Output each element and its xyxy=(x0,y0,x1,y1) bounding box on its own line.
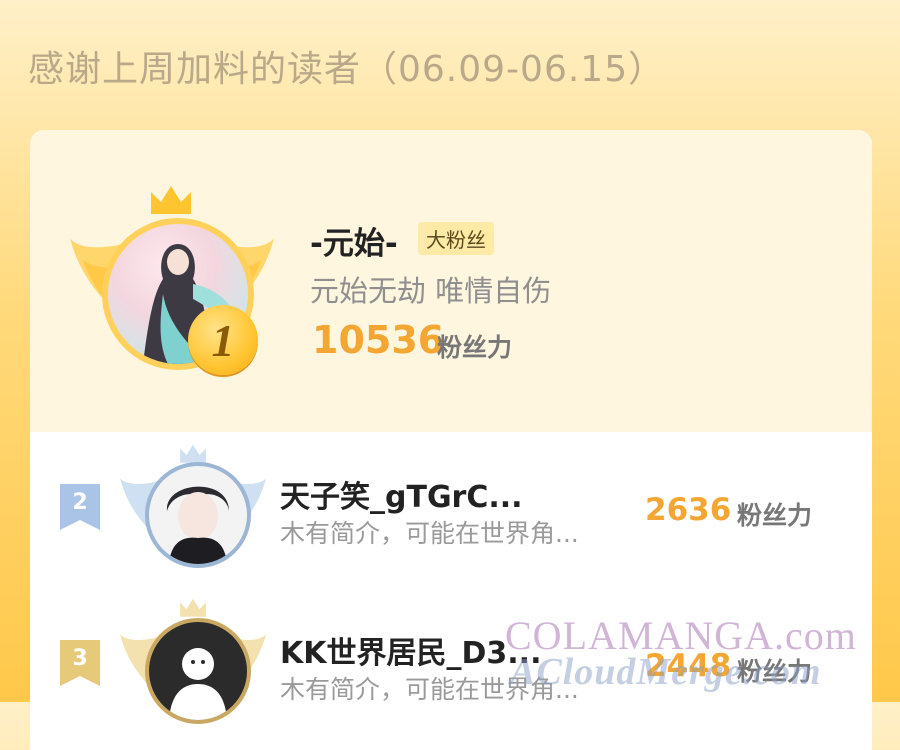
default-avatar-icon xyxy=(169,648,227,720)
first-place-section[interactable]: 1 -元始- 大粉丝 元始无劫 唯情自伤 10536 粉丝力 xyxy=(30,130,872,432)
fan-power-unit: 粉丝力 xyxy=(737,657,813,686)
fan-power-score: 2448 xyxy=(645,648,732,684)
rank-number: 2 xyxy=(72,490,88,515)
avatar[interactable] xyxy=(145,618,251,724)
crown-icon xyxy=(151,186,191,214)
user-name[interactable]: -元始- xyxy=(310,218,398,263)
avatar[interactable] xyxy=(145,462,251,568)
crown-icon xyxy=(180,444,206,463)
fan-power-unit: 粉丝力 xyxy=(437,333,513,362)
user-bio: 木有简介，可能在世界角... xyxy=(280,519,579,548)
rank-1-medal: 1 xyxy=(188,305,258,375)
user-name[interactable]: KK世界居民_D3... xyxy=(280,628,541,672)
ranking-card: 1 -元始- 大粉丝 元始无劫 唯情自伤 10536 粉丝力 2 天子笑_gTG… xyxy=(30,130,872,750)
crown-icon xyxy=(180,598,206,617)
fan-power-score: 2636 xyxy=(645,492,732,528)
fan-power-unit: 粉丝力 xyxy=(737,501,813,530)
user-bio: 元始无劫 唯情自伤 xyxy=(310,274,552,308)
fan-power-score: 10536 xyxy=(312,318,445,362)
user-name[interactable]: 天子笑_gTGrC... xyxy=(280,472,523,516)
fan-level-badge: 大粉丝 xyxy=(418,222,494,255)
ranking-list: 2 天子笑_gTGrC... 木有简介，可能在世界角... 2636 粉丝力 3… xyxy=(30,432,872,750)
avatar-illustration-icon xyxy=(166,486,229,564)
rank-number: 3 xyxy=(72,646,88,671)
user-bio: 木有简介，可能在世界角... xyxy=(280,675,579,704)
page-title: 感谢上周加料的读者（06.09-06.15） xyxy=(28,49,666,90)
